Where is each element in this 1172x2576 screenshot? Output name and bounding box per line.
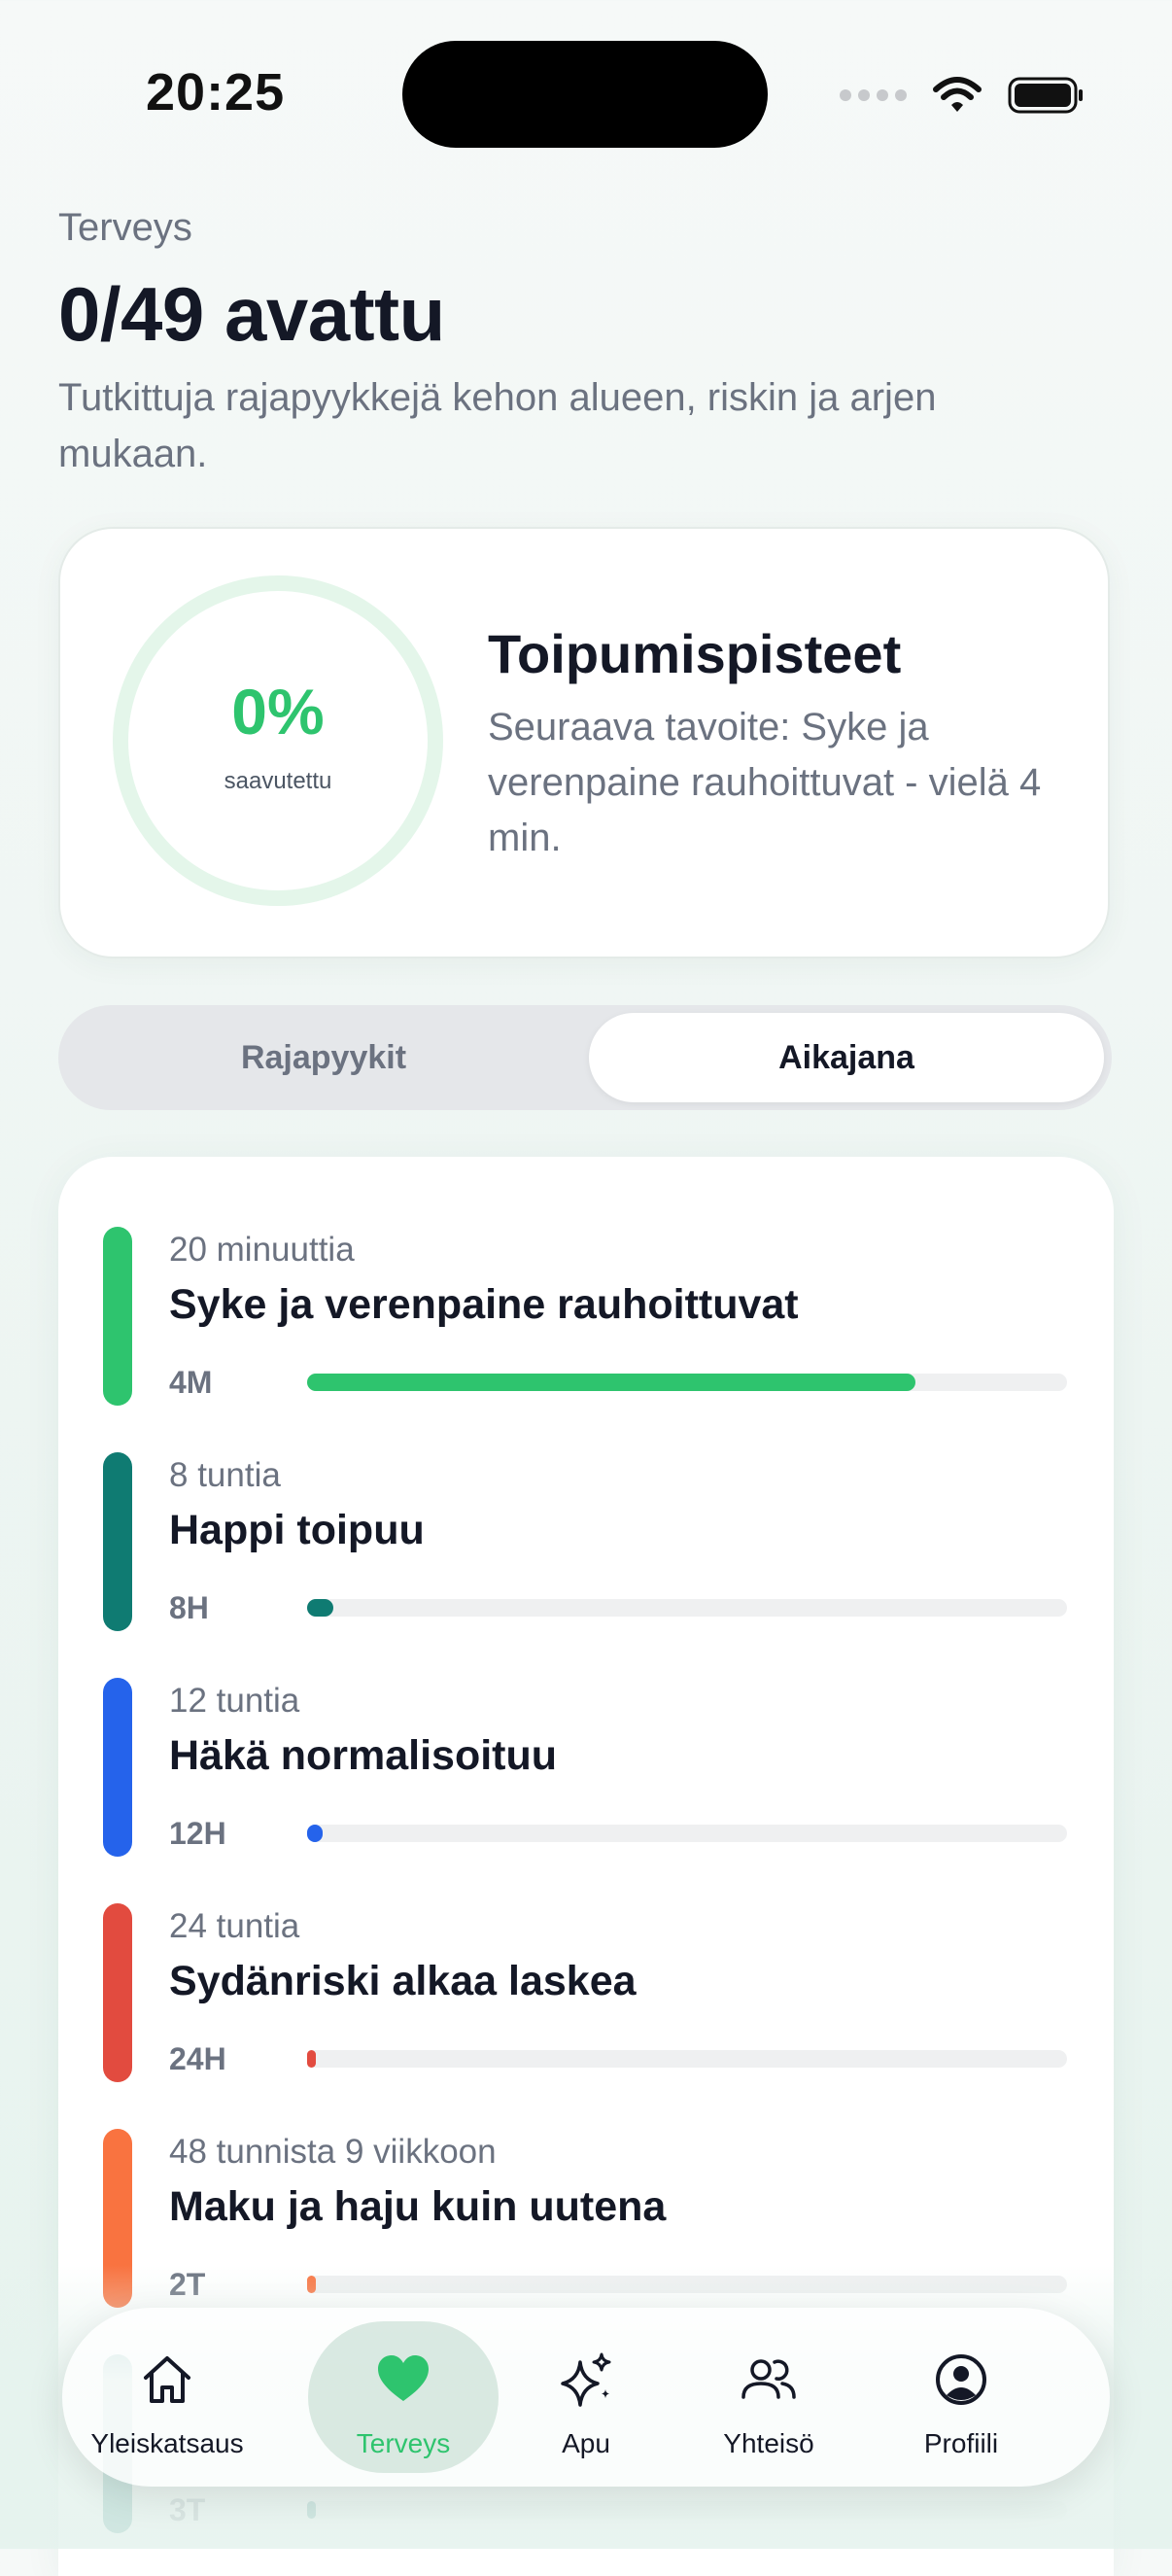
heart-icon [378, 2355, 429, 2401]
profile-icon [936, 2354, 986, 2405]
nav-item-terveys[interactable]: Terveys [308, 2321, 499, 2473]
view-segmented-control: Rajapyykit Aikajana [58, 1005, 1112, 1110]
battery-icon [1008, 77, 1083, 114]
recovery-card-title: Toipumispisteet [488, 623, 902, 684]
timeline-time: 24 tuntia [169, 1907, 300, 1945]
page-title: 0/49 avattu [58, 271, 445, 357]
page-subtitle: Tutkittuja rajapyykkejä kehon alueen, ri… [58, 376, 937, 475]
nav-label: Profiili [923, 2428, 999, 2458]
timeline-title: Häkä normalisoituu [169, 1732, 558, 1779]
timeline-title: Maku ja haju kuin uutena [169, 2183, 667, 2230]
cellular-signal-icon [840, 89, 907, 101]
recovery-points-card[interactable]: 0% saavutettu Toipumispisteet Seuraava t… [58, 527, 1110, 958]
timeline-title: Happi toipuu [169, 1507, 425, 1553]
progress-percent-label: saavutettu [224, 768, 332, 794]
sparkles-icon [561, 2352, 611, 2407]
timeline-accent [103, 1903, 132, 2082]
status-time: 20:25 [146, 63, 286, 122]
timeline-item[interactable]: 48 tunnista 9 viikkoon Maku ja haju kuin… [58, 2059, 1114, 2308]
section-eyebrow: Terveys [58, 206, 192, 249]
timeline-item[interactable]: 24 tuntia Sydänriski alkaa laskea 24H [58, 1833, 1114, 2082]
timeline-accent [103, 1452, 132, 1631]
nav-item-yhteiso[interactable]: Yhteisö [673, 2321, 864, 2473]
timeline-time: 48 tunnista 9 viikkoon [169, 2133, 497, 2171]
dynamic-island [402, 41, 768, 148]
timeline-time: 20 minuuttia [169, 1231, 355, 1269]
tab-aikajana[interactable]: Aikajana [589, 1013, 1104, 1102]
timeline-item[interactable]: 12 tuntia Häkä normalisoituu 12H [58, 1608, 1114, 1857]
people-icon [741, 2359, 796, 2399]
home-icon [144, 2356, 190, 2403]
next-goal-text: Seuraava tavoite: Syke ja verenpaine rau… [488, 706, 1042, 859]
tab-rajapyykit[interactable]: Rajapyykit [66, 1013, 581, 1102]
nav-item-profiili[interactable]: Profiili [866, 2321, 1056, 2473]
timeline-time: 8 tuntia [169, 1456, 281, 1494]
progress-percent: 0% [231, 676, 325, 748]
timeline-time: 12 tuntia [169, 1682, 300, 1720]
nav-item-yleiskatsaus[interactable]: Yleiskatsaus [72, 2321, 262, 2473]
nav-item-apu[interactable]: Apu [491, 2321, 681, 2473]
timeline-title: Syke ja verenpaine rauhoittuvat [169, 1281, 799, 1328]
timeline-accent [103, 1227, 132, 1406]
wifi-icon [933, 77, 982, 112]
timeline-item[interactable]: 8 tuntia Happi toipuu 8H [58, 1382, 1114, 1631]
nav-label: Yleiskatsaus [90, 2428, 244, 2458]
timeline-title: Sydänriski alkaa laskea [169, 1958, 637, 2004]
bottom-tab-bar: Yleiskatsaus Terveys Apu Yhteisö Profiil… [62, 2308, 1110, 2487]
timeline-accent [103, 1678, 132, 1857]
timeline-item[interactable]: 20 minuuttia Syke ja verenpaine rauhoitt… [58, 1157, 1114, 1406]
status-indicators [840, 68, 1086, 122]
